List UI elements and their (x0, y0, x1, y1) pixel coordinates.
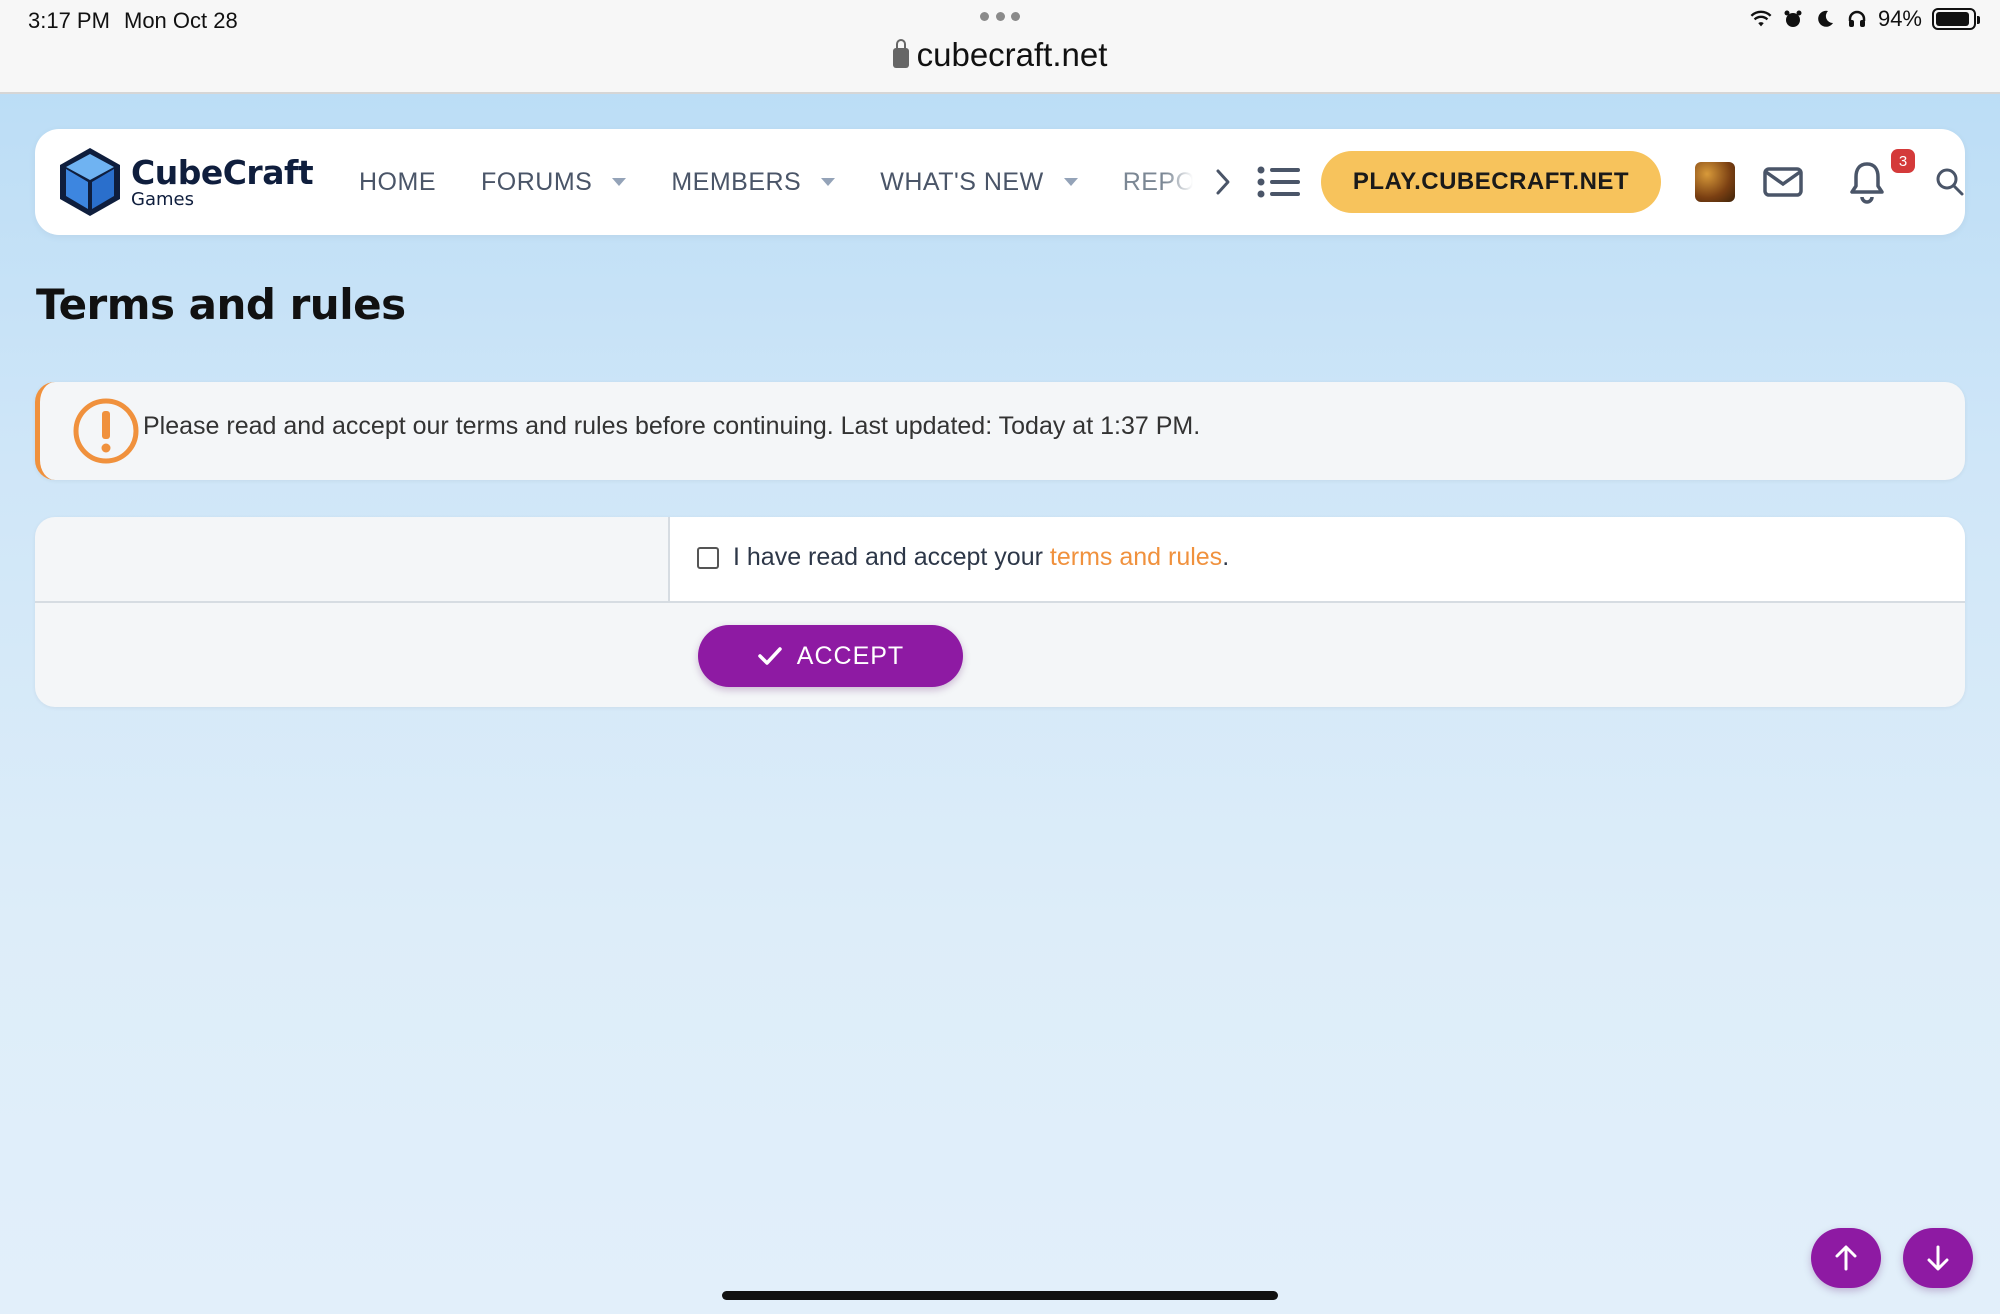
play-server-button[interactable]: PLAY.CUBECRAFT.NET (1321, 151, 1661, 213)
lock-icon (892, 39, 909, 68)
checkbox-label: I have read and accept your (733, 543, 1043, 571)
chevron-down-icon[interactable] (1063, 178, 1078, 186)
chevron-down-icon[interactable] (821, 178, 836, 186)
notification-badge: 3 (1891, 149, 1915, 173)
accept-terms-checkbox[interactable] (697, 546, 719, 569)
alarm-icon (1782, 8, 1804, 30)
address-bar[interactable]: cubecraft.net (0, 36, 2000, 74)
accept-terms-form: I have read and accept your terms and ru… (35, 517, 1965, 707)
arrow-up-icon (1835, 1245, 1857, 1271)
wifi-icon (1750, 8, 1772, 30)
checkbox-period: . (1222, 543, 1230, 571)
battery-icon (1932, 8, 1980, 30)
form-label-cell (35, 517, 670, 603)
terms-and-rules-link[interactable]: terms and rules (1050, 543, 1222, 572)
accept-label: ACCEPT (796, 641, 905, 670)
terms-notice: Please read and accept our terms and rul… (35, 382, 1965, 480)
mail-icon[interactable] (1762, 162, 1804, 202)
cube-logo-icon (60, 148, 120, 216)
site-logo[interactable]: CubeCraft Games (57, 145, 314, 219)
battery-percent: 94% (1877, 6, 1922, 31)
moon-icon (1814, 8, 1836, 30)
nav-members-label: MEMBERS (671, 167, 802, 196)
list-menu-icon[interactable] (1257, 164, 1301, 200)
search-icon[interactable] (1935, 167, 1965, 197)
nav-reports-label: REPO (1122, 167, 1193, 196)
accept-button[interactable]: ACCEPT (698, 625, 963, 687)
avatar[interactable] (1695, 162, 1735, 202)
chevron-right-icon[interactable] (1211, 167, 1235, 197)
home-indicator[interactable] (722, 1291, 1278, 1300)
accept-terms-row[interactable]: I have read and accept your terms and ru… (697, 543, 1229, 572)
checkmark-icon (758, 647, 782, 665)
warning-icon (73, 398, 139, 464)
logo-subtitle: Games (131, 188, 194, 210)
nav-home-label: HOME (359, 167, 436, 196)
status-time: 3:17 PM (28, 8, 110, 33)
chevron-down-icon[interactable] (612, 178, 627, 186)
scroll-to-bottom-button[interactable] (1903, 1228, 1973, 1288)
nav-forums[interactable]: FORUMS (481, 167, 627, 197)
arrow-down-icon (1927, 1245, 1949, 1271)
browser-status-bar: 3:17 PM Mon Oct 28 94% cubecraft.net (0, 0, 2000, 94)
site-header: CubeCraft Games HOME FORUMS MEMBERS WHAT… (35, 129, 1965, 235)
status-icons: 94% (1750, 6, 1980, 32)
bell-icon[interactable] (1847, 159, 1887, 205)
nav-forums-label: FORUMS (481, 167, 593, 196)
main-nav: HOME FORUMS MEMBERS WHAT'S NEW REPO (359, 129, 1301, 235)
multitasking-dots-icon[interactable] (980, 12, 1020, 26)
nav-whats-new-label: WHAT'S NEW (880, 167, 1044, 196)
nav-home[interactable]: HOME (359, 168, 436, 197)
headphones-icon (1846, 8, 1868, 30)
scroll-to-top-button[interactable] (1811, 1228, 1881, 1288)
url-text: cubecraft.net (916, 36, 1108, 73)
page-title: Terms and rules (36, 280, 406, 329)
status-date: Mon Oct 28 (124, 8, 238, 33)
logo-title: CubeCraft (131, 152, 314, 192)
nav-whats-new[interactable]: WHAT'S NEW (880, 167, 1078, 197)
nav-reports[interactable]: REPO (1123, 168, 1193, 197)
nav-members[interactable]: MEMBERS (671, 167, 836, 197)
notice-text: Please read and accept our terms and rul… (143, 412, 1201, 440)
